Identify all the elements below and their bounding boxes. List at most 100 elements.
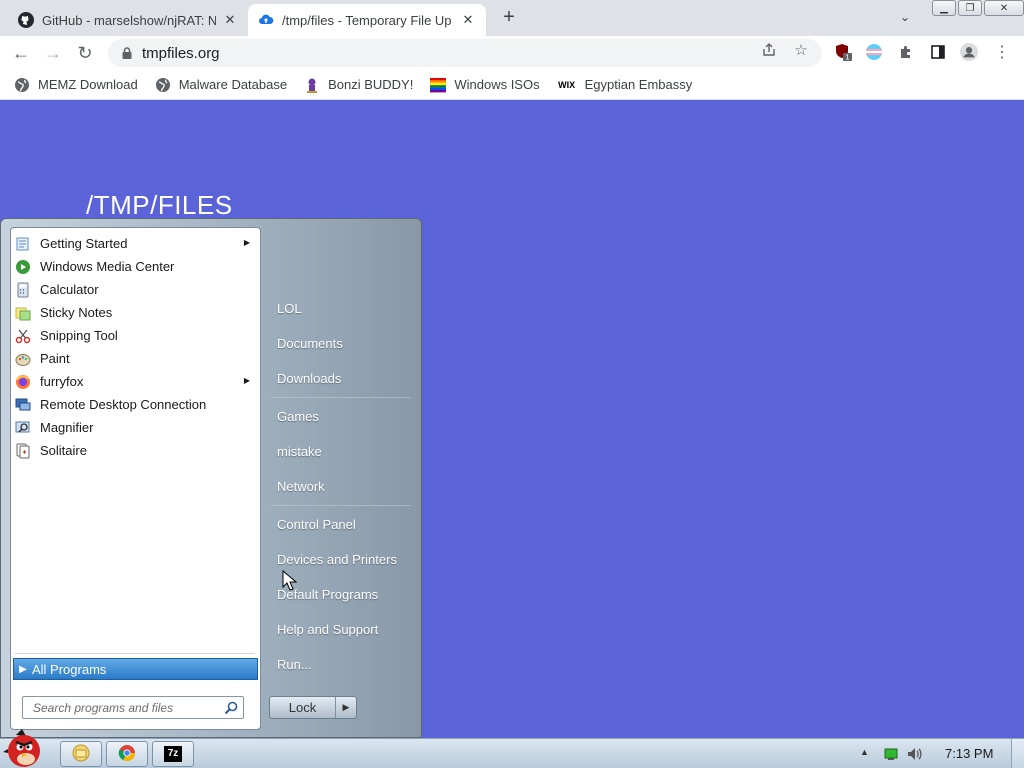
program-calculator[interactable]: Calculator xyxy=(11,278,260,301)
show-hidden-icons-icon[interactable]: ▲ xyxy=(860,747,872,759)
program-magnifier[interactable]: Magnifier xyxy=(11,416,260,439)
new-tab-button[interactable]: + xyxy=(499,6,519,28)
lock-button[interactable]: Lock ▶ xyxy=(269,696,357,719)
angry-bird-start-icon[interactable] xyxy=(2,727,52,768)
bookmark-label: Egyptian Embassy xyxy=(584,77,693,92)
svg-text:1: 1 xyxy=(845,54,849,62)
lock-label: Lock xyxy=(270,697,336,718)
tab-title: /tmp/files - Temporary File Up xyxy=(282,12,452,28)
bookmark-windows-isos[interactable]: Windows ISOs xyxy=(430,77,540,93)
program-paint[interactable]: Paint xyxy=(11,347,260,370)
program-windows-media-center[interactable]: Windows Media Center xyxy=(11,255,260,278)
more-menu-icon[interactable]: ⋮ xyxy=(993,43,1011,61)
program-label: Magnifier xyxy=(40,420,94,435)
globe-icon xyxy=(14,77,30,93)
maximize-button[interactable]: ❐ xyxy=(958,0,982,16)
network-icon[interactable] xyxy=(883,747,899,761)
program-label: Windows Media Center xyxy=(40,259,175,274)
github-icon xyxy=(18,12,34,28)
program-furryfox[interactable]: furryfox ▶ xyxy=(11,370,260,393)
show-desktop-button[interactable] xyxy=(1011,739,1024,768)
side-panel-icon[interactable] xyxy=(929,43,947,61)
program-label: furryfox xyxy=(40,374,84,389)
tab-tmpfiles[interactable]: /tmp/files - Temporary File Up ✕ xyxy=(248,4,486,36)
submenu-arrow-icon: ▶ xyxy=(243,376,250,385)
program-label: Snipping Tool xyxy=(40,328,118,343)
bookmark-malware-database[interactable]: Malware Database xyxy=(155,77,287,93)
minimize-button[interactable]: ▁ xyxy=(932,0,956,16)
close-icon[interactable]: ✕ xyxy=(222,12,238,28)
page-title: /TMP/FILES xyxy=(86,190,233,220)
program-list: Getting Started ▶ Windows Media Center C… xyxy=(11,232,260,462)
ublock-icon[interactable]: 1 xyxy=(834,43,852,61)
address-bar[interactable]: tmpfiles.org xyxy=(108,39,822,67)
mouse-cursor-icon xyxy=(282,569,298,592)
program-snipping-tool[interactable]: Snipping Tool xyxy=(11,324,260,347)
search-icon[interactable] xyxy=(223,700,239,716)
puzzle-icon[interactable] xyxy=(897,43,915,61)
chevron-down-icon[interactable]: ⌄ xyxy=(896,8,914,26)
program-solitaire[interactable]: Solitaire xyxy=(11,439,260,462)
reload-icon[interactable]: ↻ xyxy=(74,42,96,64)
bookmark-egyptian-embassy[interactable]: WIX Egyptian Embassy xyxy=(557,77,693,93)
place-downloads[interactable]: Downloads xyxy=(277,371,341,386)
all-programs-label: All Programs xyxy=(32,661,107,677)
cloud-upload-icon xyxy=(258,12,274,28)
program-label: Paint xyxy=(40,351,70,366)
place-lol[interactable]: LOL xyxy=(277,301,302,316)
tab-title: GitHub - marselshow/njRAT: N xyxy=(42,12,216,28)
place-games[interactable]: Games xyxy=(277,409,319,424)
taskbar-chrome-button[interactable] xyxy=(106,741,148,767)
close-window-button[interactable]: ✕ xyxy=(984,0,1024,16)
start-search-input[interactable]: Search programs and files xyxy=(22,696,244,719)
star-icon[interactable]: ☆ xyxy=(792,41,810,59)
lock-icon[interactable] xyxy=(120,46,134,60)
program-getting-started[interactable]: Getting Started ▶ xyxy=(11,232,260,255)
place-devices-and-printers[interactable]: Devices and Printers xyxy=(277,552,397,567)
place-help-and-support[interactable]: Help and Support xyxy=(277,622,378,637)
program-label: Sticky Notes xyxy=(40,305,113,320)
media-center-icon xyxy=(15,259,31,275)
start-menu-places-pane: LOL Documents Downloads Games mistake Ne… xyxy=(267,219,419,739)
program-remote-desktop[interactable]: Remote Desktop Connection xyxy=(11,393,260,416)
program-sticky-notes[interactable]: Sticky Notes xyxy=(11,301,260,324)
place-mistake[interactable]: mistake xyxy=(277,444,322,459)
place-network[interactable]: Network xyxy=(277,479,325,494)
bonzi-icon xyxy=(304,77,320,93)
start-menu-programs-pane: Getting Started ▶ Windows Media Center C… xyxy=(10,227,261,730)
place-documents[interactable]: Documents xyxy=(277,336,343,351)
taskbar-explorer-button[interactable] xyxy=(60,741,102,767)
bookmarks-bar: MEMZ Download Malware Database Bonzi BUD… xyxy=(0,70,1024,100)
taskbar-7zip-button[interactable]: 7z xyxy=(152,741,194,767)
power-options-arrow-icon[interactable]: ▶ xyxy=(336,697,356,718)
bookmark-bonzi-buddy[interactable]: Bonzi BUDDY! xyxy=(304,77,413,93)
share-icon[interactable] xyxy=(760,41,778,59)
bookmark-label: MEMZ Download xyxy=(38,77,138,92)
tab-strip: GitHub - marselshow/njRAT: N ✕ /tmp/file… xyxy=(0,0,1024,36)
back-icon[interactable]: ← xyxy=(10,42,32,64)
firefox-icon xyxy=(15,374,31,390)
profile-avatar-icon[interactable] xyxy=(960,43,978,61)
trans-flag-extension-icon[interactable] xyxy=(865,43,883,61)
window-controls: ▁ ❐ ✕ xyxy=(930,0,1024,18)
magnifier-icon xyxy=(15,420,31,436)
program-label: Getting Started xyxy=(40,236,128,251)
bookmark-label: Bonzi BUDDY! xyxy=(328,77,414,92)
arrow-right-icon: ▶ xyxy=(19,663,27,675)
place-control-panel[interactable]: Control Panel xyxy=(277,517,356,532)
forward-icon[interactable]: → xyxy=(42,42,64,64)
tab-github[interactable]: GitHub - marselshow/njRAT: N ✕ xyxy=(8,4,248,36)
submenu-arrow-icon: ▶ xyxy=(243,238,250,247)
volume-icon[interactable] xyxy=(906,746,924,762)
globe-icon xyxy=(155,77,171,93)
rainbow-flag-icon xyxy=(430,77,447,93)
program-label: Remote Desktop Connection xyxy=(40,397,207,412)
divider xyxy=(271,397,411,398)
taskbar-clock[interactable]: 7:13 PM xyxy=(945,746,993,761)
calculator-icon xyxy=(15,282,31,298)
folder-icon xyxy=(71,744,91,765)
bookmark-memz[interactable]: MEMZ Download xyxy=(14,77,138,93)
close-icon[interactable]: ✕ xyxy=(460,12,476,28)
all-programs-button[interactable]: ▶ All Programs xyxy=(13,658,258,680)
place-run[interactable]: Run... xyxy=(277,657,312,672)
